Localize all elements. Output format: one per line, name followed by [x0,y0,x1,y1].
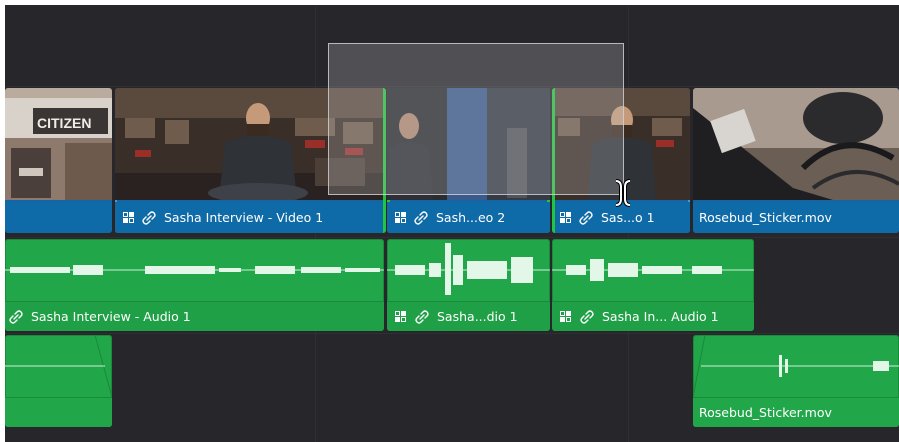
clip-thumbnail-citizen: CITIZEN [5,88,112,200]
audio-waveform [5,335,112,398]
clip-label [5,202,112,233]
video-clip-rosebud-sticker[interactable]: Rosebud_Sticker.mov [693,88,899,233]
audio-waveform [387,239,550,301]
clip-label: Sash...eo 2 [387,202,550,233]
audio-clip-sasha-interview-1b[interactable]: Sasha In... Audio 1 [552,239,754,331]
clip-name: Rosebud_Sticker.mov [699,405,832,420]
audio-clip-sasha-interview-2[interactable]: Sasha...dio 1 [387,239,550,331]
clip-name: Sash...eo 2 [436,210,506,225]
clip-label [5,397,112,427]
clip-name: Sasha In... Audio 1 [602,309,719,324]
clip-label: Rosebud_Sticker.mov [693,202,899,233]
audio-waveform [552,239,754,301]
thumbnail-sign-text: CITIZEN [37,115,91,131]
clip-label: Sasha In... Audio 1 [552,301,754,331]
audio-clip-rosebud-sticker[interactable]: Rosebud_Sticker.mov [693,335,899,427]
marquee-selection [328,43,624,195]
clip-label: Sasha...dio 1 [387,301,550,331]
track-divider [5,333,899,334]
clip-label: Rosebud_Sticker.mov [693,397,899,427]
audio-clip-citizen[interactable] [5,335,112,427]
clip-label: Sasha Interview - Audio 1 [5,301,384,331]
audio-waveform [5,239,384,301]
audio-waveform [693,335,899,398]
clip-thumbnail-bike [693,88,899,200]
clip-name: Sasha Interview - Video 1 [164,210,324,225]
clip-label: Sasha Interview - Video 1 [115,202,386,233]
clip-badge-icon [560,311,571,322]
link-icon [9,309,23,324]
timeline-panel[interactable]: CITIZEN Sasha Interview - Video 1 Sash..… [5,5,899,442]
audio-clip-sasha-interview-1[interactable]: Sasha Interview - Audio 1 [5,239,384,331]
clip-badge-icon [395,311,406,322]
link-icon [580,309,594,324]
link-icon [579,210,593,225]
clip-name: Sasha...dio 1 [437,309,518,324]
clip-badge-icon [123,212,134,223]
link-icon [142,210,156,225]
trim-cursor-icon [613,179,633,207]
clip-name: Sasha Interview - Audio 1 [31,309,191,324]
clip-badge-icon [395,212,406,223]
link-icon [414,210,428,225]
video-clip-citizen[interactable]: CITIZEN [5,88,112,233]
link-icon [415,309,429,324]
clip-badge-icon [560,212,571,223]
clip-name: Sas...o 1 [601,210,655,225]
clip-name: Rosebud_Sticker.mov [699,210,832,225]
track-divider [5,237,899,238]
